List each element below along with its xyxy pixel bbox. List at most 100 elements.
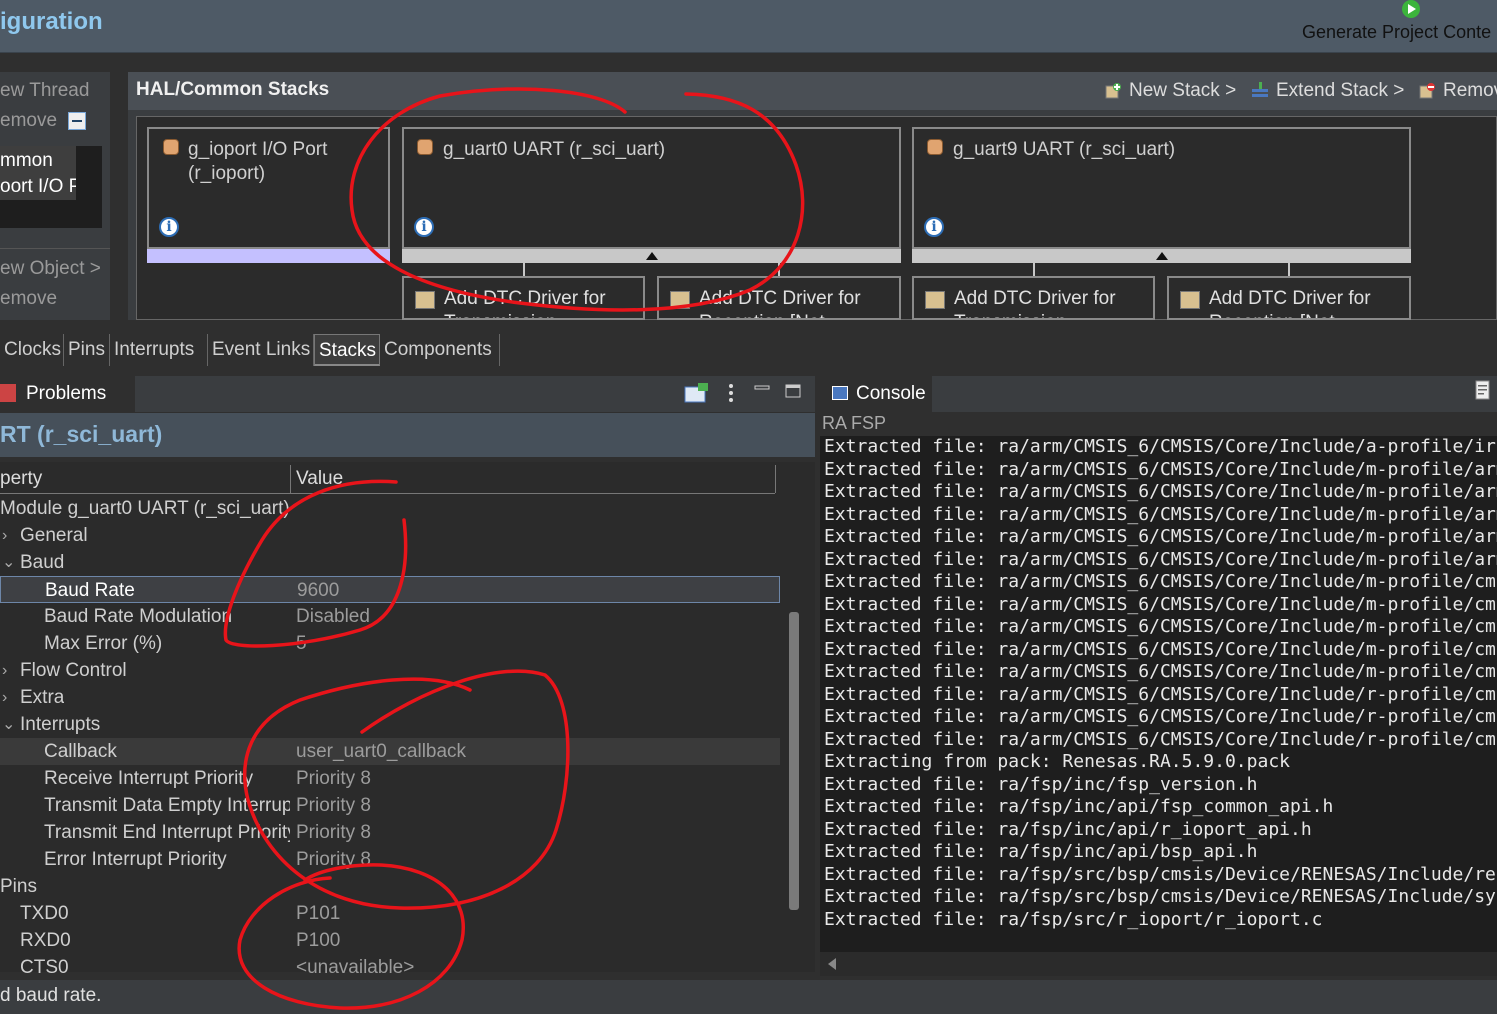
info-icon[interactable]: i — [924, 217, 944, 237]
console-horizontal-scrollbar[interactable] — [820, 952, 1497, 976]
collapse-arrow-icon[interactable]: ⌄ — [2, 711, 15, 738]
collapse-arrow-icon[interactable] — [1156, 252, 1168, 260]
console-line: Extracted file: ra/arm/CMSIS_6/CMSIS/Cor… — [824, 548, 1497, 570]
property-row[interactable]: Max Error (%) 5 — [0, 630, 780, 657]
property-row[interactable]: ⌄ Interrupts — [0, 711, 780, 738]
console-line: Extracted file: ra/arm/CMSIS_6/CMSIS/Cor… — [824, 593, 1497, 615]
remove-object-button[interactable]: emove — [0, 288, 57, 310]
property-row[interactable]: Transmit Data Empty Interrupt Priority Pr… — [0, 792, 780, 819]
new-object-button[interactable]: ew Object > — [0, 258, 101, 280]
dtc-transmission-slot[interactable]: Add DTC Driver for Transmission — [402, 276, 645, 320]
dtc-transmission-slot[interactable]: Add DTC Driver for Transmission — [912, 276, 1155, 320]
expand-arrow-icon[interactable]: › — [2, 657, 7, 684]
tab-clocks[interactable]: Clocks — [0, 334, 64, 366]
info-icon[interactable]: i — [414, 217, 434, 237]
view-menu-icon[interactable] — [726, 382, 736, 404]
property-value[interactable]: Priority 8 — [296, 819, 371, 846]
property-row[interactable]: Receive Interrupt Priority Priority 8 — [0, 765, 780, 792]
property-value[interactable]: Priority 8 — [296, 765, 371, 792]
tab-event-links[interactable]: Event Links — [208, 334, 314, 366]
new-stack-button[interactable]: New Stack > — [1129, 80, 1236, 102]
expand-arrow-icon[interactable]: › — [2, 684, 7, 711]
add-driver-icon — [415, 291, 435, 309]
tab-interrupts[interactable]: Interrupts — [110, 334, 208, 366]
property-name: Module g_uart0 UART (r_sci_uart) — [0, 498, 290, 519]
console-line: Extracted file: ra/arm/CMSIS_6/CMSIS/Cor… — [824, 661, 1497, 682]
remove-stack-icon[interactable] — [1418, 82, 1436, 100]
remove-thread-button[interactable]: emove — [0, 110, 57, 132]
console-line: Extracted file: ra/arm/CMSIS_6/CMSIS/Cor… — [824, 526, 1497, 547]
property-row[interactable]: Baud Rate 9600 — [0, 576, 780, 603]
column-separator[interactable] — [290, 465, 291, 493]
thread-list-item[interactable]: mmon — [0, 150, 53, 172]
property-value[interactable]: 5 — [296, 630, 307, 657]
property-value[interactable]: Disabled — [296, 603, 370, 630]
module-icon — [927, 139, 943, 155]
collapse-arrow-icon[interactable] — [646, 252, 658, 260]
property-value[interactable]: Priority 8 — [296, 846, 371, 873]
clear-console-icon[interactable] — [1474, 380, 1494, 402]
property-value[interactable]: P101 — [296, 900, 340, 927]
tab-stacks[interactable]: Stacks — [314, 334, 380, 366]
property-row[interactable]: CTS0 <unavailable> — [0, 954, 780, 981]
console-line: Extracted file: ra/fsp/inc/api/r_ioport_… — [824, 818, 1312, 840]
thread-list-item[interactable]: oort I/O P — [0, 176, 76, 198]
problems-tab-label[interactable]: Problems — [26, 383, 106, 405]
status-bar — [0, 980, 1497, 1014]
property-value[interactable]: P100 — [296, 927, 340, 954]
property-name: Max Error (%) — [44, 633, 163, 654]
column-value[interactable]: Value — [296, 468, 343, 490]
property-name: Baud Rate Modulation — [44, 606, 233, 627]
property-value[interactable]: <unavailable> — [296, 954, 414, 981]
open-view-icon[interactable] — [684, 382, 710, 404]
property-name: CTS0 — [20, 957, 69, 978]
tab-pins[interactable]: Pins — [64, 334, 110, 366]
property-row[interactable]: › Flow Control — [0, 657, 780, 684]
property-row[interactable]: Callback user_uart0_callback — [0, 738, 780, 765]
console-line: Extracted file: ra/arm/CMSIS_6/CMSIS/Cor… — [824, 728, 1497, 750]
property-row[interactable]: Error Interrupt Priority Priority 8 — [0, 846, 780, 873]
generate-project-content-button[interactable]: Generate Project Conte — [1302, 22, 1491, 43]
add-driver-icon — [670, 291, 690, 309]
problems-icon — [0, 384, 16, 402]
info-icon[interactable]: i — [159, 217, 179, 237]
properties-scroll-thumb[interactable] — [789, 612, 799, 910]
run-icon[interactable] — [1402, 0, 1420, 18]
property-row[interactable]: RXD0 P100 — [0, 927, 780, 954]
stack-title: g_uart9 UART (r_sci_uart) — [953, 139, 1176, 160]
property-value[interactable]: 9600 — [297, 577, 339, 604]
property-row[interactable]: › General — [0, 522, 780, 549]
console-line: Extracted file: ra/arm/CMSIS_6/CMSIS/Cor… — [824, 481, 1497, 502]
property-row[interactable]: ⌄ Baud — [0, 549, 780, 576]
extend-stack-icon[interactable] — [1251, 82, 1269, 100]
new-thread-button[interactable]: ew Thread — [0, 80, 89, 102]
property-row[interactable]: Baud Rate Modulation Disabled — [0, 603, 780, 630]
column-separator[interactable] — [775, 465, 776, 493]
expand-arrow-icon[interactable]: › — [2, 522, 7, 549]
column-property[interactable]: perty — [0, 468, 42, 490]
console-output[interactable]: Extracted file: ra/arm/CMSIS_6/CMSIS/Cor… — [820, 436, 1497, 952]
console-line: Extracted file: ra/arm/CMSIS_6/CMSIS/Cor… — [824, 436, 1497, 457]
new-stack-icon[interactable] — [1104, 82, 1122, 100]
property-value[interactable]: user_uart0_callback — [296, 738, 466, 765]
scroll-left-icon[interactable] — [828, 958, 836, 970]
extend-stack-button[interactable]: Extend Stack > — [1276, 80, 1404, 102]
remove-stack-button[interactable]: Remov — [1443, 80, 1497, 102]
maximize-icon[interactable] — [784, 382, 802, 400]
property-name: Receive Interrupt Priority — [44, 768, 254, 789]
minimize-icon[interactable] — [754, 382, 770, 398]
property-row[interactable]: Pins — [0, 873, 780, 900]
property-row[interactable]: › Extra — [0, 684, 780, 711]
property-value[interactable]: Priority 8 — [296, 792, 371, 819]
sub-item-label: Add DTC Driver for — [1209, 288, 1371, 309]
console-line: Extracted file: ra/arm/CMSIS_6/CMSIS/Cor… — [824, 571, 1497, 592]
dtc-reception-slot[interactable]: Add DTC Driver for Reception [Not — [1167, 276, 1411, 320]
tab-components[interactable]: Components — [380, 334, 500, 366]
property-row[interactable]: Transmit End Interrupt Priority Priority … — [0, 819, 780, 846]
collapse-arrow-icon[interactable]: ⌄ — [2, 549, 15, 576]
remove-icon[interactable] — [68, 112, 86, 130]
property-row[interactable]: TXD0 P101 — [0, 900, 780, 927]
dtc-reception-slot[interactable]: Add DTC Driver for Reception [Not — [657, 276, 901, 320]
console-tab-label[interactable]: Console — [856, 383, 926, 405]
property-row[interactable]: Module g_uart0 UART (r_sci_uart) — [0, 495, 780, 522]
